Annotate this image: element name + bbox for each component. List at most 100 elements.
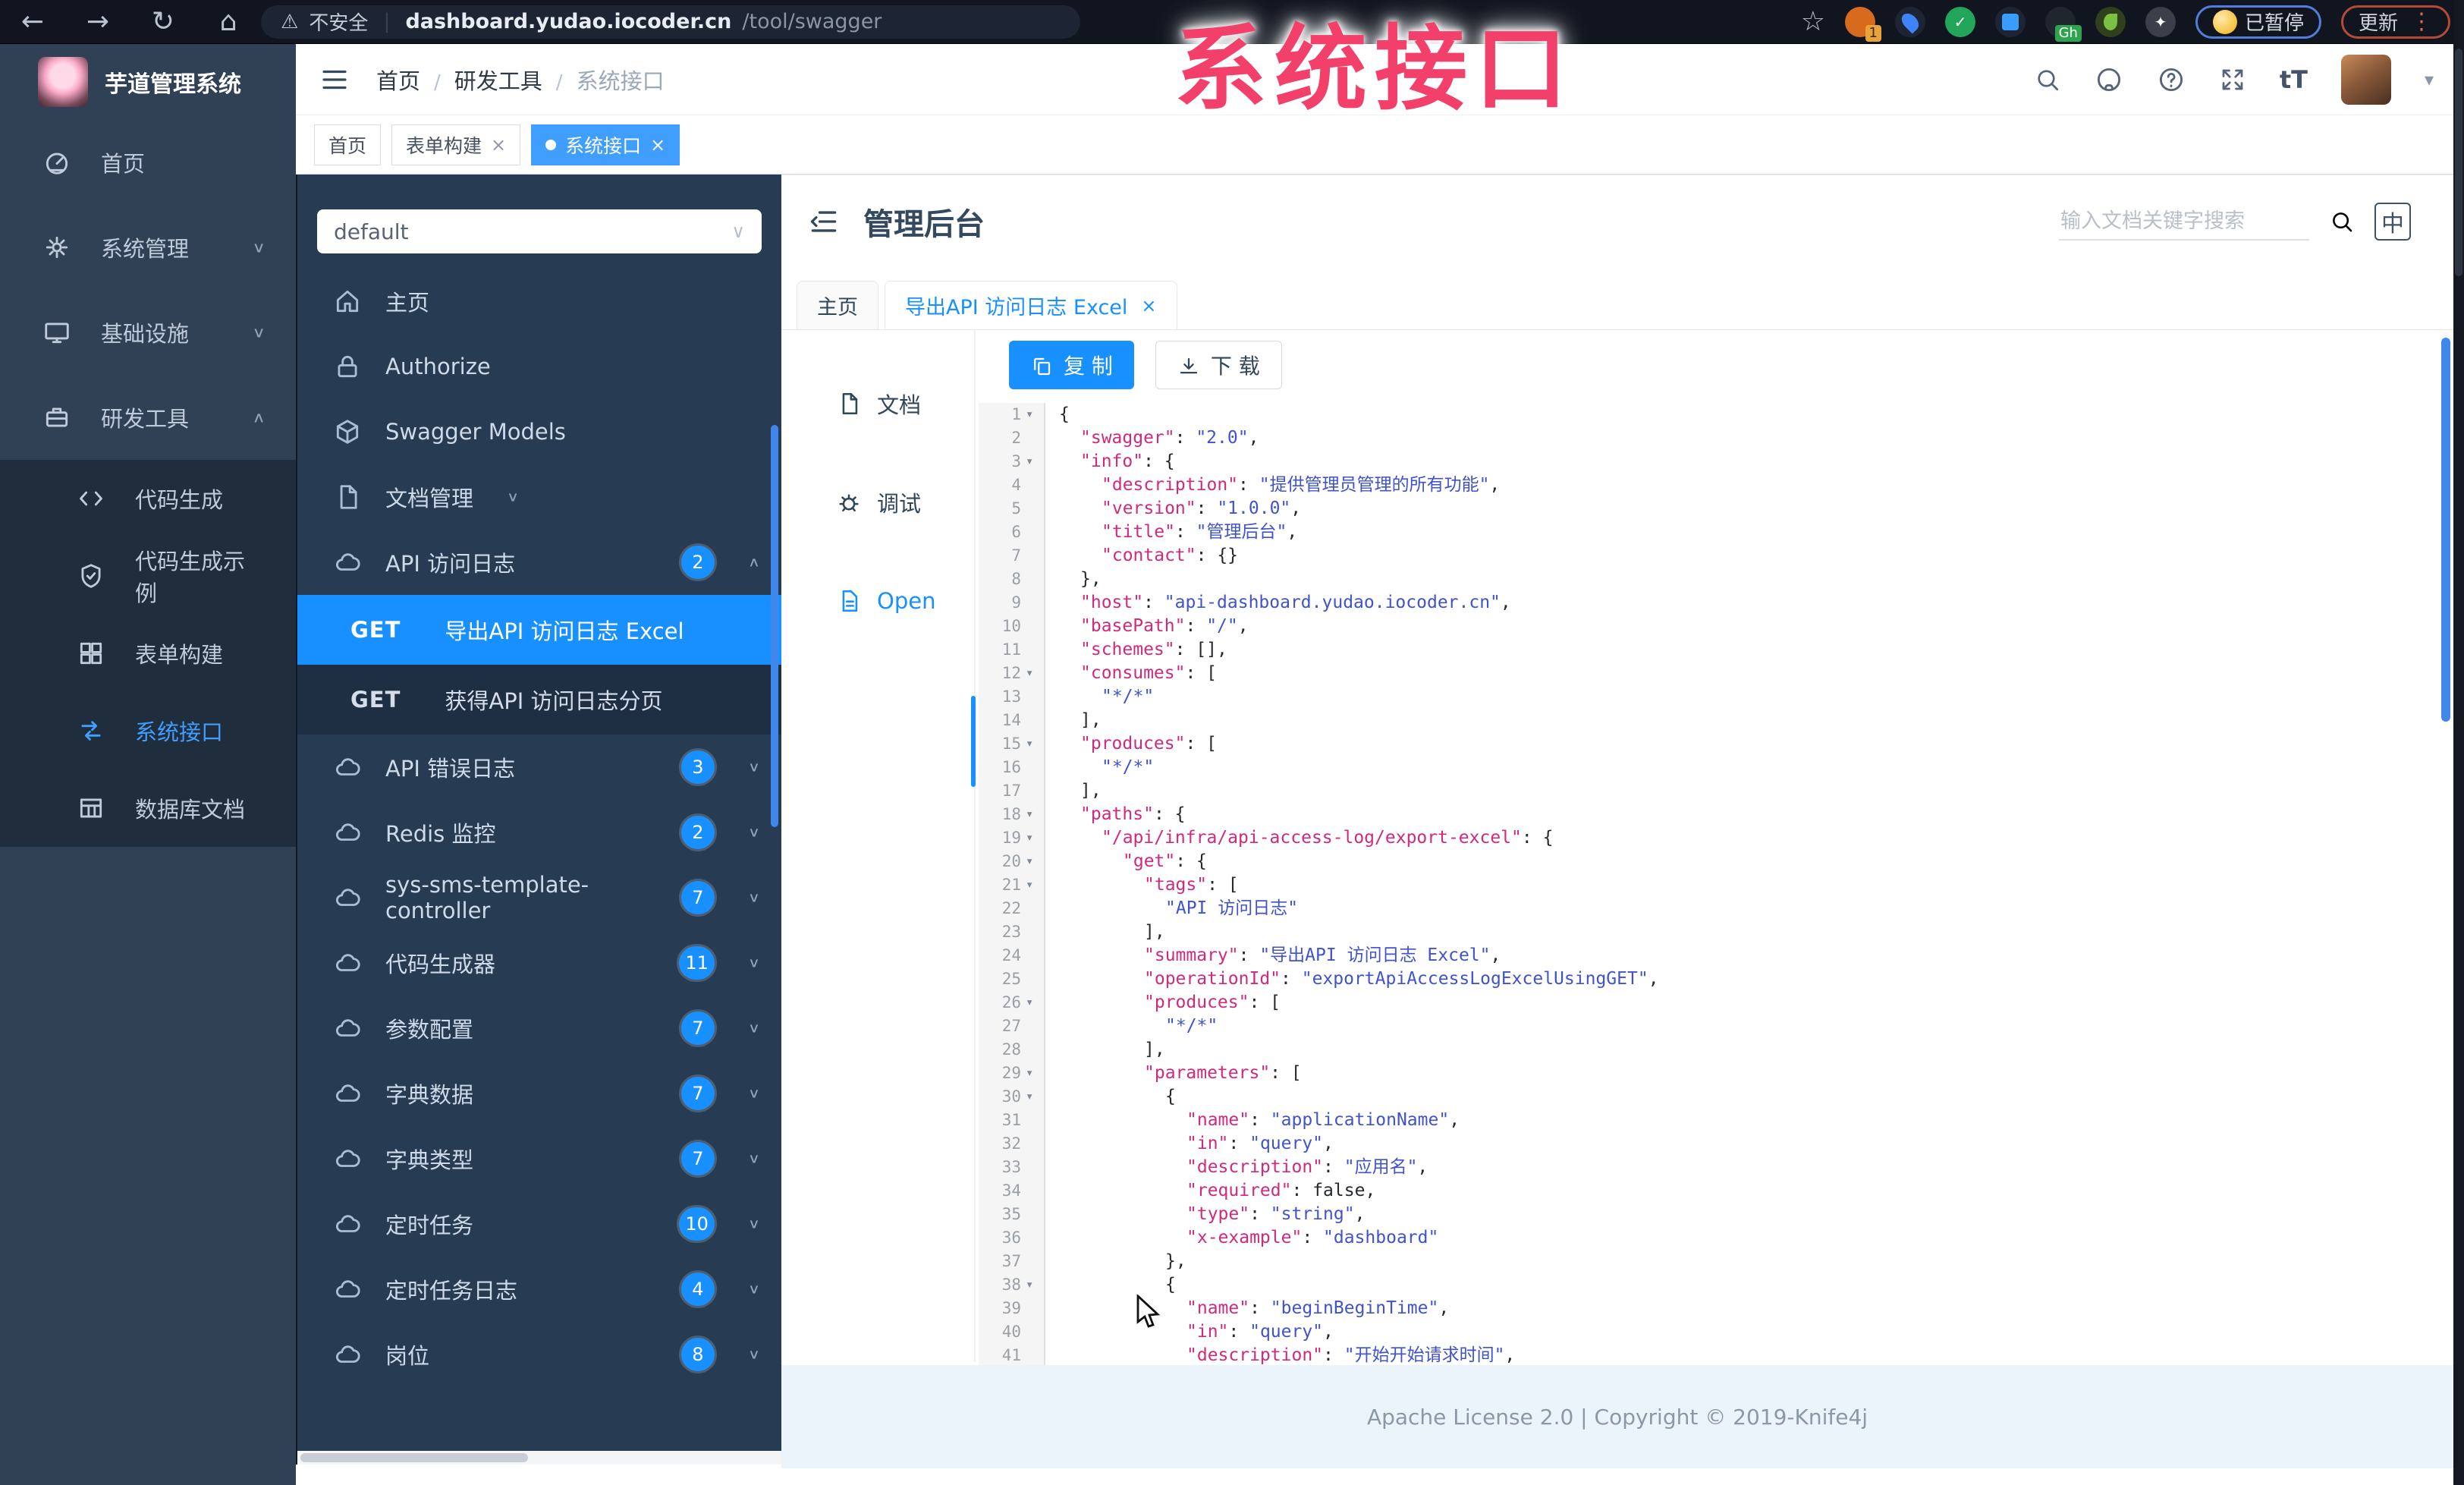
api-item-获得API 访问日志分页[interactable]: GET 获得API 访问日志分页 <box>297 665 781 735</box>
extension-icon[interactable] <box>2095 6 2126 37</box>
copy-button[interactable]: 复 制 <box>1009 341 1134 389</box>
sidebar-item-系统管理[interactable]: 系统管理 ∨ <box>0 205 296 290</box>
swagger-menu-API 访问日志[interactable]: API 访问日志 2 ∧ <box>297 530 781 595</box>
tag-tab-表单构建[interactable]: 表单构建 × <box>391 124 521 165</box>
shield-icon <box>81 564 101 588</box>
swagger-menu-定时任务日志[interactable]: 定时任务日志 4 ∨ <box>297 1257 781 1322</box>
side-tab-Open[interactable]: Open <box>781 576 974 626</box>
sidebar-item-数据库文档[interactable]: 数据库文档 <box>0 769 296 847</box>
security-warning-icon[interactable]: ⚠ <box>281 11 298 33</box>
fold-icon[interactable]: ▾ <box>1026 1273 1045 1297</box>
sidebar-item-代码生成示例[interactable]: 代码生成示例 <box>0 537 296 615</box>
chevron-down-icon[interactable]: ▾ <box>2425 69 2434 90</box>
swagger-menu-Redis 监控[interactable]: Redis 监控 2 ∨ <box>297 800 781 865</box>
extension-icon[interactable]: Gh <box>2044 6 2082 42</box>
github-icon[interactable] <box>2095 65 2123 94</box>
swagger-menu-代码生成器[interactable]: 代码生成器 11 ∨ <box>297 930 781 996</box>
swagger-menu-Authorize[interactable]: Authorize <box>297 334 781 399</box>
fold-icon[interactable]: ▾ <box>1026 873 1045 897</box>
swagger-menu-sys-sms-template-controller[interactable]: sys-sms-template-controller 7 ∨ <box>297 865 781 930</box>
close-icon[interactable]: × <box>491 134 506 156</box>
editor-scrollbar[interactable] <box>2441 338 2450 722</box>
swagger-menu-岗位[interactable]: 岗位 8 ∨ <box>297 1322 781 1387</box>
browser-home-icon[interactable]: ⌂ <box>196 6 261 37</box>
paused-extension-pill[interactable]: 已暂停 <box>2195 5 2321 39</box>
avatar[interactable] <box>2340 54 2391 105</box>
side-tab-调试[interactable]: 调试 <box>781 477 974 527</box>
swagger-sidebar-scrollbar[interactable] <box>771 425 778 827</box>
doc-tab-导出API 访问日志 Excel[interactable]: 导出API 访问日志 Excel × <box>885 281 1177 329</box>
search-icon[interactable] <box>2034 66 2061 93</box>
fold-icon[interactable]: ▾ <box>1026 850 1045 873</box>
code-line: 4 "description": "提供管理员管理的所有功能", <box>979 474 2408 497</box>
doc-tab-主页[interactable]: 主页 <box>797 281 878 329</box>
app-logo-row[interactable]: 芋道管理系统 <box>0 44 296 120</box>
fold-icon[interactable]: ▾ <box>1026 826 1045 850</box>
api-group-select[interactable]: default ∨ <box>317 209 762 253</box>
fold-icon[interactable]: ▾ <box>1026 732 1045 756</box>
line-number: 26 <box>979 991 1026 1015</box>
extension-icon[interactable] <box>1894 6 1925 37</box>
side-tab-文档[interactable]: 文档 <box>781 379 974 429</box>
sidebar-item-首页[interactable]: 首页 <box>0 120 296 205</box>
swagger-menu-字典数据[interactable]: 字典数据 7 ∨ <box>297 1061 781 1126</box>
fold-icon[interactable]: ▾ <box>1026 662 1045 685</box>
extension-icon[interactable] <box>1994 6 2026 37</box>
swagger-menu-Swagger Models[interactable]: Swagger Models <box>297 399 781 464</box>
sidebar-collapse-icon[interactable] <box>319 64 350 96</box>
swagger-sidebar-hscrollbar[interactable] <box>297 1451 781 1465</box>
line-number: 33 <box>979 1156 1026 1179</box>
extension-icon[interactable]: ✓ <box>1944 6 1975 37</box>
doc-tabs-bar: 主页 导出API 访问日志 Excel × <box>781 272 2453 330</box>
security-label[interactable]: 不安全 <box>309 8 368 36</box>
tag-tab-系统接口[interactable]: 系统接口 × <box>531 124 680 165</box>
fold-icon <box>1026 1015 1045 1038</box>
fold-icon[interactable]: ▾ <box>1026 991 1045 1015</box>
fold-icon[interactable]: ▾ <box>1026 403 1045 426</box>
browser-menu-icon[interactable]: ⋮ <box>2410 8 2433 35</box>
line-number: 38 <box>979 1273 1026 1297</box>
fold-icon[interactable]: ▾ <box>1026 803 1045 826</box>
swagger-menu-文档管理[interactable]: 文档管理 ∨ <box>297 464 781 530</box>
chevron-down-icon: ∨ <box>252 323 266 341</box>
close-icon[interactable]: × <box>1141 295 1156 316</box>
chevron-up-icon: ∧ <box>747 555 760 570</box>
sidebar-item-系统接口[interactable]: 系统接口 <box>0 692 296 769</box>
browser-reload-icon[interactable]: ↻ <box>130 6 196 37</box>
browser-forward-icon[interactable]: → <box>65 6 130 37</box>
extension-icon[interactable]: 1 <box>1844 6 1881 42</box>
tag-tab-首页[interactable]: 首页 <box>314 124 382 165</box>
bookmark-star-icon[interactable]: ☆ <box>1801 6 1825 37</box>
window-scrollbar[interactable] <box>2453 0 2464 1485</box>
breadcrumb-item[interactable]: 首页 <box>376 68 420 94</box>
swagger-menu-定时任务[interactable]: 定时任务 10 ∨ <box>297 1191 781 1257</box>
doc-search-icon[interactable] <box>2329 209 2355 234</box>
address-bar[interactable]: ⚠ 不安全 | dashboard.yudao.iocoder.cn/tool/… <box>261 5 1080 39</box>
json-code-editor[interactable]: 1 ▾{2 "swagger": "2.0", 3 ▾ "info": {4 "descri… <box>979 403 2408 1367</box>
menu-collapse-icon[interactable] <box>807 205 841 238</box>
sidebar-item-基础设施[interactable]: 基础设施 ∨ <box>0 290 296 375</box>
sidebar-item-研发工具[interactable]: 研发工具 ∧ <box>0 375 296 460</box>
browser-update-button[interactable]: 更新 ⋮ <box>2340 5 2450 39</box>
help-icon[interactable] <box>2157 65 2186 94</box>
font-size-icon[interactable]: tT <box>2280 65 2308 94</box>
language-switch-icon[interactable]: 中 <box>2374 203 2411 241</box>
fullscreen-icon[interactable] <box>2219 66 2246 93</box>
extension-icon[interactable]: ✦ <box>2145 6 2176 37</box>
doc-search-input[interactable] <box>2059 203 2309 241</box>
sidebar-item-表单构建[interactable]: 表单构建 <box>0 615 296 692</box>
fold-icon[interactable]: ▾ <box>1026 450 1045 474</box>
swagger-menu-字典类型[interactable]: 字典类型 7 ∨ <box>297 1126 781 1191</box>
close-icon[interactable]: × <box>650 134 665 156</box>
swagger-menu-API 错误日志[interactable]: API 错误日志 3 ∨ <box>297 735 781 800</box>
api-item-导出API 访问日志 Excel[interactable]: GET 导出API 访问日志 Excel <box>297 595 781 665</box>
fold-icon[interactable]: ▾ <box>1026 1085 1045 1109</box>
download-button[interactable]: 下 载 <box>1155 341 1282 389</box>
doc-icon <box>340 485 357 509</box>
fold-icon[interactable]: ▾ <box>1026 1062 1045 1085</box>
sidebar-item-代码生成[interactable]: 代码生成 <box>0 460 296 537</box>
breadcrumb-item[interactable]: 研发工具 <box>454 68 542 94</box>
browser-back-icon[interactable]: ← <box>0 6 65 37</box>
swagger-menu-主页[interactable]: 主页 <box>297 269 781 334</box>
swagger-menu-参数配置[interactable]: 参数配置 7 ∨ <box>297 996 781 1061</box>
